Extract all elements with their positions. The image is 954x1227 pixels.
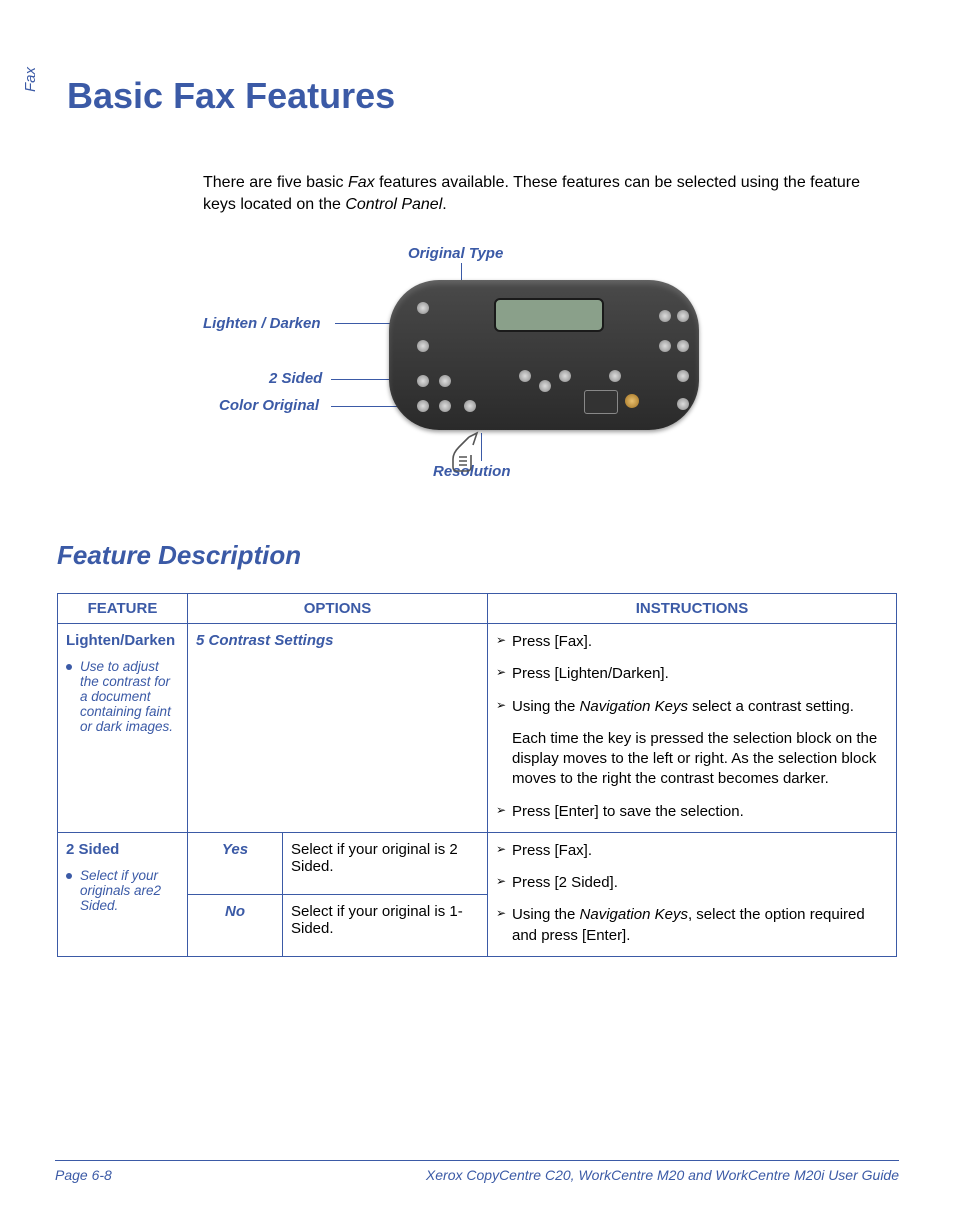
table-row: Lighten/Darken Use to adjust the contras… [58,624,897,833]
instruction-step: Each time the key is pressed the selecti… [496,729,888,790]
option-header: 5 Contrast Settings [196,632,334,649]
th-options: OPTIONS [188,594,488,624]
footer-right: Xerox CopyCentre C20, WorkCentre M20 and… [426,1167,899,1183]
callout-lighten-darken: Lighten / Darken [203,315,321,332]
instr-nav: Navigation Keys [580,698,688,715]
footer-left: Page 6-8 [55,1167,112,1183]
callout-2-sided: 2 Sided [269,370,322,387]
instr-text: Using the [512,906,580,923]
instruction-list: Press [Fax]. Press [Lighten/Darken]. Usi… [496,632,888,822]
option-value: Yes [196,841,274,858]
instruction-step: Press [Lighten/Darken]. [496,664,888,684]
feature-note: Use to adjust the contrast for a documen… [66,659,179,734]
instruction-step: Press [2 Sided]. [496,873,888,893]
instruction-step: Using the Navigation Keys select a contr… [496,697,888,717]
page-title: Basic Fax Features [67,75,899,117]
option-value: No [196,903,274,920]
option-desc: Select if your original is 1-Sided. [283,894,488,956]
instr-nav: Navigation Keys [580,906,688,923]
section-heading: Feature Description [57,540,899,571]
feature-table: FEATURE OPTIONS INSTRUCTIONS Lighten/Dar… [57,593,897,957]
page-footer: Page 6-8 Xerox CopyCentre C20, WorkCentr… [55,1160,899,1183]
instr-text: Using the [512,698,580,715]
instruction-list: Press [Fax]. Press [2 Sided]. Using the … [496,841,888,946]
instruction-step: Press [Enter] to save the selection. [496,802,888,822]
feature-name: 2 Sided [66,841,119,858]
lcd-screen-icon [494,298,604,332]
option-desc: Select if your original is 2 Sided. [283,832,488,894]
table-row: 2 Sided Select if your originals are2 Si… [58,832,897,894]
side-chapter-label: Fax [22,67,39,92]
control-panel-diagram: Original Type Lighten / Darken 2 Sided C… [203,245,743,505]
instruction-step: Press [Fax]. [496,632,888,652]
instruction-step: Press [Fax]. [496,841,888,861]
page: Fax Basic Fax Features There are five ba… [0,0,954,1227]
control-panel-graphic [389,280,699,430]
pointing-hand-icon [439,431,483,480]
intro-panel-word: Control Panel [345,196,442,213]
intro-post: . [442,196,446,213]
instruction-step: Using the Navigation Keys, select the op… [496,905,888,946]
th-feature: FEATURE [58,594,188,624]
feature-name: Lighten/Darken [66,632,175,649]
feature-note: Select if your originals are2 Sided. [66,868,179,913]
intro-fax-word: Fax [348,174,375,191]
callout-original-type: Original Type [408,245,503,262]
callout-color-original: Color Original [219,397,319,414]
instr-text: select a contrast setting. [688,698,854,715]
intro-paragraph: There are five basic Fax features availa… [203,172,889,215]
th-instructions: INSTRUCTIONS [488,594,897,624]
intro-pre: There are five basic [203,174,348,191]
